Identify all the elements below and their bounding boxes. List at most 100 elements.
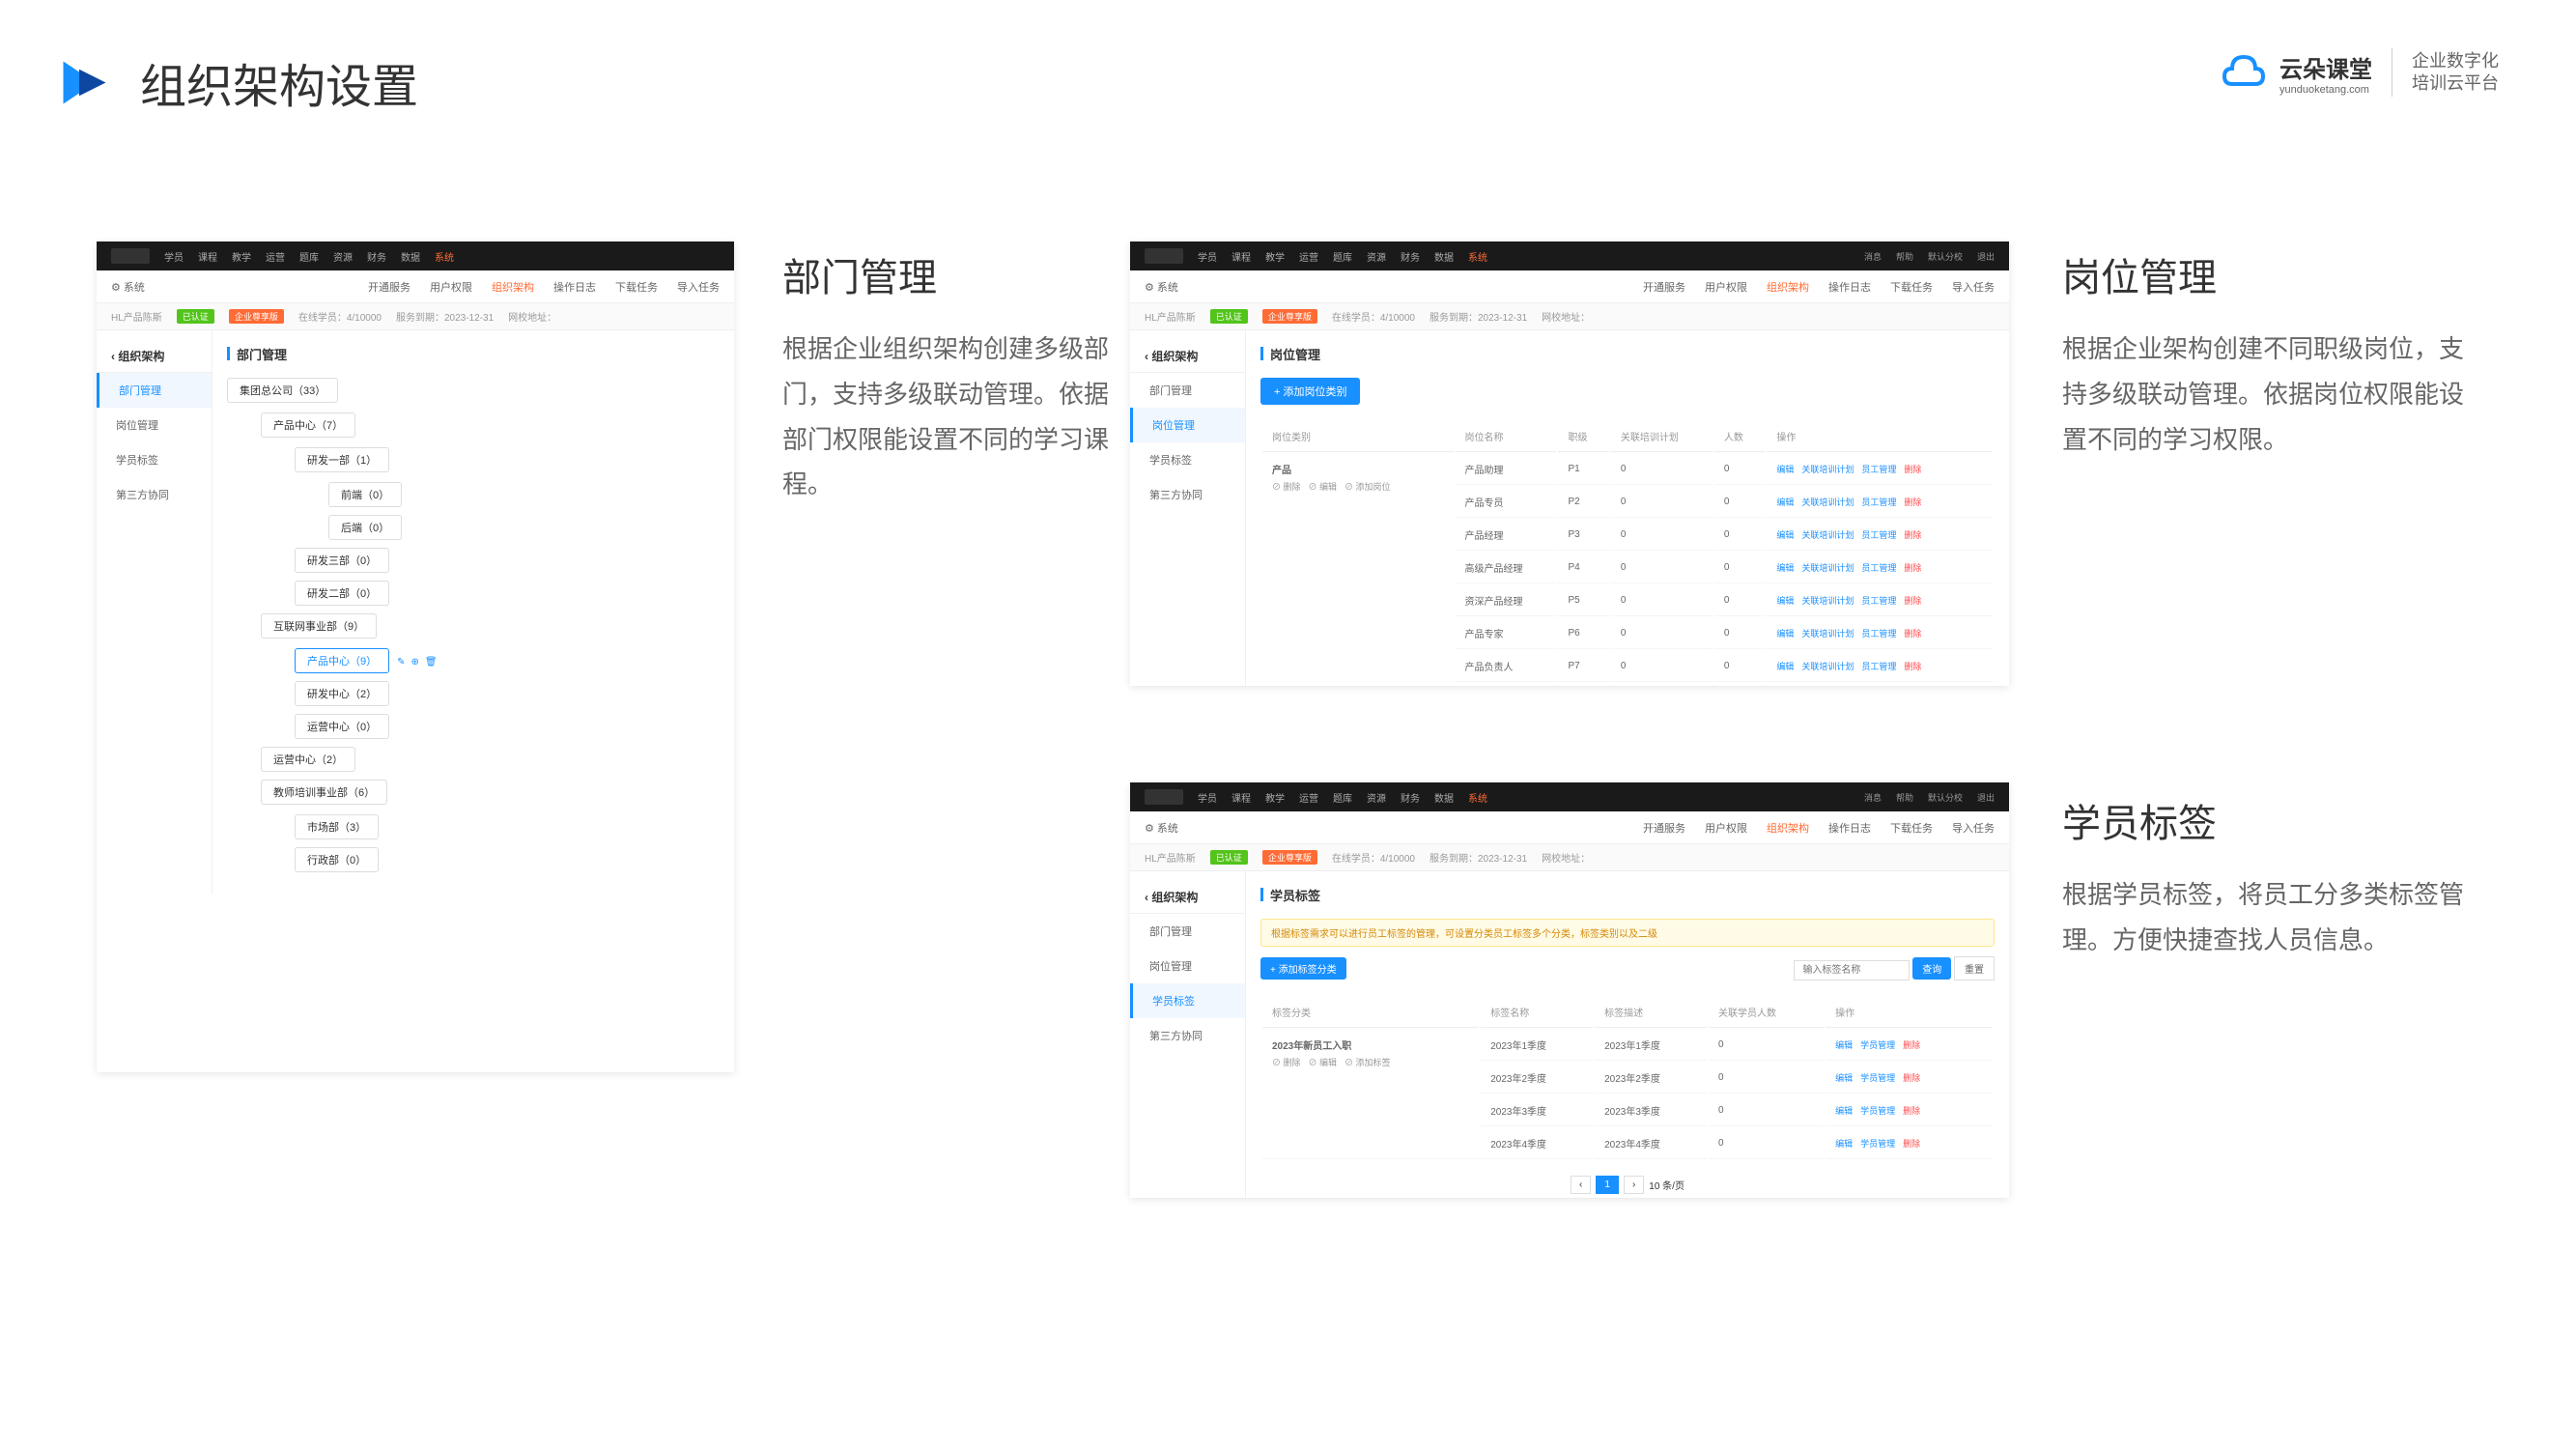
nav-item[interactable]: 教学 (232, 249, 251, 264)
tree-label[interactable]: 研发二部（0） (295, 581, 389, 606)
subtab[interactable]: 用户权限 (1705, 820, 1747, 836)
tree-label[interactable]: 市场部（3） (295, 814, 379, 839)
gear-icon[interactable]: ⚙ 系统 (1145, 279, 1178, 295)
tree-label[interactable]: 互联网事业部（9） (261, 613, 377, 639)
row-actions[interactable]: 编辑关联培训计划员工管理删除 (1767, 520, 1993, 551)
sidebar-item-dept[interactable]: 部门管理 (97, 373, 212, 408)
tree-label[interactable]: 研发三部（0） (295, 548, 389, 573)
nav-item-active[interactable]: 系统 (1468, 790, 1487, 805)
tree-label[interactable]: 行政部（0） (295, 847, 379, 872)
subtab[interactable]: 下载任务 (1890, 820, 1933, 836)
subtab[interactable]: 操作日志 (1828, 279, 1871, 295)
tree-label[interactable]: 后端（0） (328, 515, 402, 540)
subtab[interactable]: 操作日志 (553, 279, 596, 295)
row-actions[interactable]: 编辑关联培训计划员工管理删除 (1767, 585, 1993, 616)
add-tag-category-button[interactable]: + 添加标签分类 (1260, 957, 1346, 980)
nav-item[interactable]: 学员 (1198, 790, 1217, 805)
nav-item-active[interactable]: 系统 (1468, 249, 1487, 264)
sidebar-item-tag[interactable]: 学员标签 (1130, 983, 1245, 1018)
nav-item[interactable]: 教学 (1265, 249, 1285, 264)
nav-item[interactable]: 运营 (266, 249, 285, 264)
tree-label[interactable]: 前端（0） (328, 482, 402, 507)
topbar-logout[interactable]: 退出 (1977, 250, 1995, 263)
nav-item[interactable]: 资源 (1367, 249, 1386, 264)
tree-label[interactable]: 产品中心（9） (295, 648, 389, 673)
nav-item[interactable]: 运营 (1299, 790, 1318, 805)
topbar-help[interactable]: 帮助 (1896, 250, 1913, 263)
tree-label[interactable]: 教师培训事业部（6） (261, 780, 387, 805)
sidebar-item-dept[interactable]: 部门管理 (1130, 914, 1245, 949)
nav-item[interactable]: 课程 (1231, 790, 1251, 805)
subtab[interactable]: 开通服务 (1643, 820, 1685, 836)
subtab[interactable]: 用户权限 (1705, 279, 1747, 295)
subtab[interactable]: 导入任务 (1952, 279, 1995, 295)
nav-item-active[interactable]: 系统 (435, 249, 454, 264)
subtab-active[interactable]: 组织架构 (492, 279, 534, 295)
topbar-school[interactable]: 默认分校 (1928, 791, 1963, 804)
nav-item[interactable]: 题库 (1333, 790, 1352, 805)
nav-item[interactable]: 数据 (1434, 790, 1454, 805)
sidebar-item-thirdparty[interactable]: 第三方协同 (1130, 1018, 1245, 1053)
subtab[interactable]: 开通服务 (1643, 279, 1685, 295)
nav-item[interactable]: 课程 (1231, 249, 1251, 264)
tree-root-label[interactable]: 集团总公司（33） (227, 378, 338, 403)
sidebar-item-job[interactable]: 岗位管理 (97, 408, 212, 442)
nav-item[interactable]: 资源 (333, 249, 353, 264)
nav-item[interactable]: 课程 (198, 249, 217, 264)
row-actions[interactable]: 编辑关联培训计划员工管理删除 (1767, 454, 1993, 485)
sidebar-item-job[interactable]: 岗位管理 (1130, 408, 1245, 442)
sidebar-item-thirdparty[interactable]: 第三方协同 (97, 477, 212, 512)
row-actions[interactable]: 编辑学员管理删除 (1826, 1030, 1993, 1061)
page-prev[interactable]: ‹ (1571, 1176, 1591, 1194)
topbar-school[interactable]: 默认分校 (1928, 250, 1963, 263)
row-actions[interactable]: 编辑关联培训计划员工管理删除 (1767, 684, 1993, 686)
subtab[interactable]: 导入任务 (1952, 820, 1995, 836)
category-actions[interactable]: ⊘ 删除⊘ 编辑⊘ 添加岗位 (1272, 480, 1444, 493)
tree-label[interactable]: 研发一部（1） (295, 447, 389, 472)
nav-item[interactable]: 数据 (1434, 249, 1454, 264)
tree-label[interactable]: 研发中心（2） (295, 681, 389, 706)
row-actions[interactable]: 编辑关联培训计划员工管理删除 (1767, 651, 1993, 682)
nav-item[interactable]: 财务 (1401, 790, 1420, 805)
page-next[interactable]: › (1624, 1176, 1644, 1194)
subtab-active[interactable]: 组织架构 (1767, 279, 1809, 295)
category-actions[interactable]: ⊘ 删除⊘ 编辑⊘ 添加标签 (1272, 1056, 1469, 1068)
tree-label[interactable]: 产品中心（7） (261, 412, 355, 438)
subtab[interactable]: 下载任务 (615, 279, 658, 295)
row-actions[interactable]: 编辑学员管理删除 (1826, 1063, 1993, 1094)
sidebar-item-dept[interactable]: 部门管理 (1130, 373, 1245, 408)
row-actions[interactable]: 编辑关联培训计划员工管理删除 (1767, 487, 1993, 518)
nav-item[interactable]: 财务 (367, 249, 386, 264)
row-actions[interactable]: 编辑关联培训计划员工管理删除 (1767, 553, 1993, 583)
subtab[interactable]: 导入任务 (677, 279, 720, 295)
topbar-logout[interactable]: 退出 (1977, 791, 1995, 804)
subtab[interactable]: 用户权限 (430, 279, 472, 295)
nav-item[interactable]: 数据 (401, 249, 420, 264)
gear-icon[interactable]: ⚙ 系统 (111, 279, 145, 295)
page-1[interactable]: 1 (1596, 1176, 1619, 1194)
nav-item[interactable]: 学员 (1198, 249, 1217, 264)
subtab[interactable]: 下载任务 (1890, 279, 1933, 295)
reset-button[interactable]: 重置 (1954, 956, 1995, 980)
subtab-active[interactable]: 组织架构 (1767, 820, 1809, 836)
node-actions[interactable]: ✎⊕🗑 (397, 657, 437, 668)
add-job-category-button[interactable]: + 添加岗位类别 (1260, 378, 1360, 405)
row-actions[interactable]: 编辑关联培训计划员工管理删除 (1767, 618, 1993, 649)
sidebar-item-tag[interactable]: 学员标签 (1130, 442, 1245, 477)
search-input[interactable] (1794, 960, 1910, 980)
nav-item[interactable]: 资源 (1367, 790, 1386, 805)
nav-item[interactable]: 题库 (1333, 249, 1352, 264)
tree-label[interactable]: 运营中心（2） (261, 747, 355, 772)
topbar-help[interactable]: 帮助 (1896, 791, 1913, 804)
topbar-msg[interactable]: 消息 (1864, 250, 1882, 263)
gear-icon[interactable]: ⚙ 系统 (1145, 820, 1178, 836)
subtab[interactable]: 操作日志 (1828, 820, 1871, 836)
row-actions[interactable]: 编辑学员管理删除 (1826, 1095, 1993, 1126)
topbar-msg[interactable]: 消息 (1864, 791, 1882, 804)
search-button[interactable]: 查询 (1912, 957, 1951, 980)
sidebar-item-job[interactable]: 岗位管理 (1130, 949, 1245, 983)
nav-item[interactable]: 教学 (1265, 790, 1285, 805)
nav-item[interactable]: 运营 (1299, 249, 1318, 264)
row-actions[interactable]: 编辑学员管理删除 (1826, 1128, 1993, 1159)
subtab[interactable]: 开通服务 (368, 279, 410, 295)
